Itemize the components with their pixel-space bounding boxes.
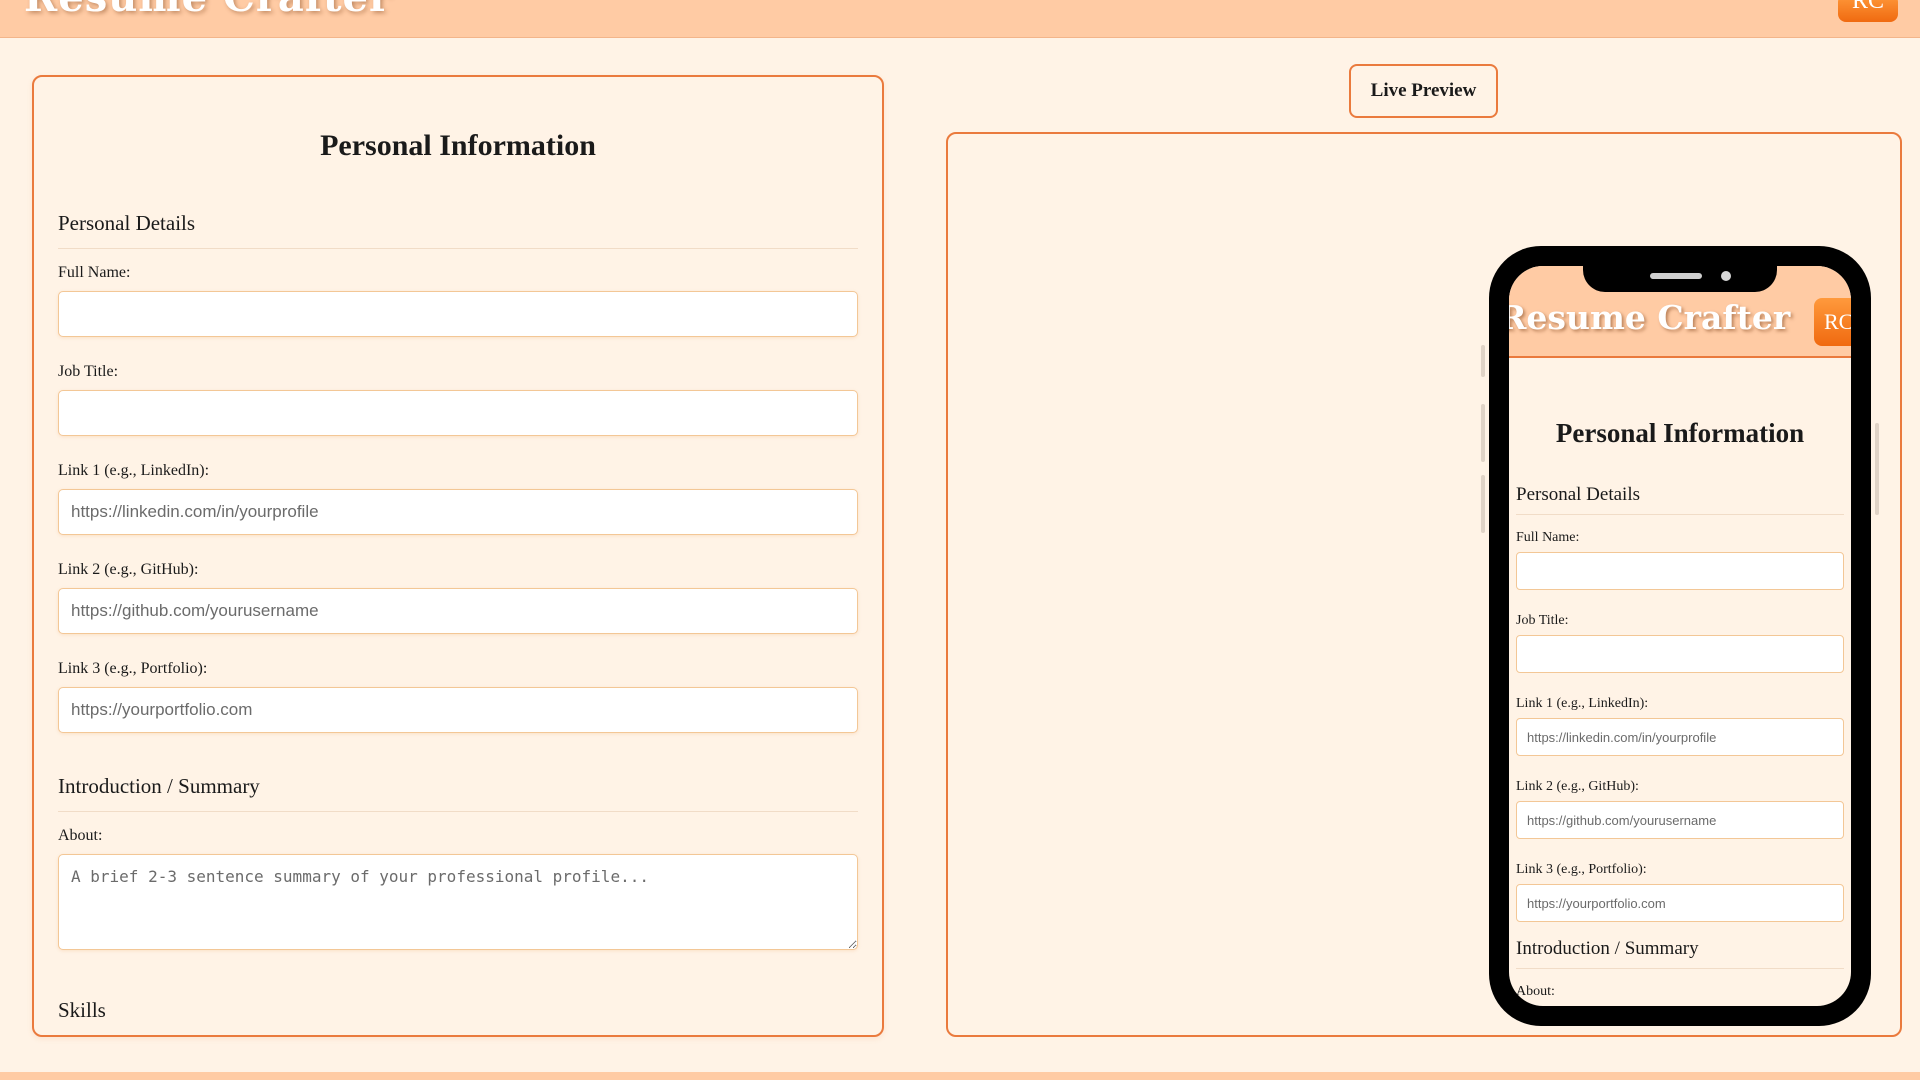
mobile-section-summary: Introduction / Summary [1516, 938, 1844, 969]
job-title-label: Job Title: [58, 363, 119, 380]
about-textarea[interactable] [58, 854, 858, 950]
app-brand[interactable]: Resume Crafter [24, 0, 391, 21]
section-personal-details: Personal Details [58, 211, 858, 249]
mobile-link2-label: Link 2 (e.g., GitHub): [1516, 779, 1639, 794]
app-header: Resume Crafter RC [0, 0, 1920, 38]
phone-volume-up [1481, 404, 1485, 462]
phone-notch [1583, 246, 1777, 292]
full-name-label: Full Name: [58, 264, 131, 281]
mobile-section-personal-details: Personal Details [1516, 484, 1844, 515]
section-summary: Introduction / Summary [58, 774, 858, 812]
link1-input[interactable] [58, 489, 858, 535]
phone-speaker [1650, 273, 1702, 279]
phone-mockup: Resume Crafter RC Personal Information P… [1489, 246, 1871, 1026]
live-preview-button[interactable]: Live Preview [1349, 64, 1498, 118]
mobile-link2-input[interactable] [1516, 801, 1844, 839]
phone-silent-switch [1481, 345, 1485, 377]
mobile-link3-input[interactable] [1516, 884, 1844, 922]
mobile-job-title-input[interactable] [1516, 635, 1844, 673]
mobile-link1-label: Link 1 (e.g., LinkedIn): [1516, 696, 1649, 711]
link2-label: Link 2 (e.g., GitHub): [58, 561, 199, 578]
link3-input[interactable] [58, 687, 858, 733]
mobile-job-title-label: Job Title: [1516, 613, 1569, 628]
phone-volume-down [1481, 475, 1485, 533]
section-skills: Skills [58, 998, 106, 1022]
full-name-input[interactable] [58, 291, 858, 337]
mobile-link1-input[interactable] [1516, 718, 1844, 756]
personal-info-form: Personal Information Personal Details Fu… [32, 75, 884, 1037]
user-avatar[interactable]: RC [1838, 0, 1898, 22]
mobile-full-name-label: Full Name: [1516, 530, 1580, 545]
mobile-form-title: Personal Information [1555, 418, 1805, 448]
footer-bar [0, 1072, 1920, 1080]
mobile-link3-label: Link 3 (e.g., Portfolio): [1516, 862, 1647, 877]
mobile-avatar: RC [1814, 298, 1851, 346]
about-label: About: [58, 827, 103, 844]
link2-input[interactable] [58, 588, 858, 634]
mobile-full-name-input[interactable] [1516, 552, 1844, 590]
phone-camera [1721, 271, 1731, 281]
mobile-about-label: About: [1516, 984, 1555, 999]
link3-label: Link 3 (e.g., Portfolio): [58, 660, 208, 677]
form-title: Personal Information [320, 129, 596, 162]
phone-power-button [1875, 423, 1879, 515]
link1-label: Link 1 (e.g., LinkedIn): [58, 462, 210, 479]
phone-screen[interactable]: Resume Crafter RC Personal Information P… [1509, 266, 1851, 1006]
mobile-brand: Resume Crafter [1509, 298, 1791, 337]
job-title-input[interactable] [58, 390, 858, 436]
